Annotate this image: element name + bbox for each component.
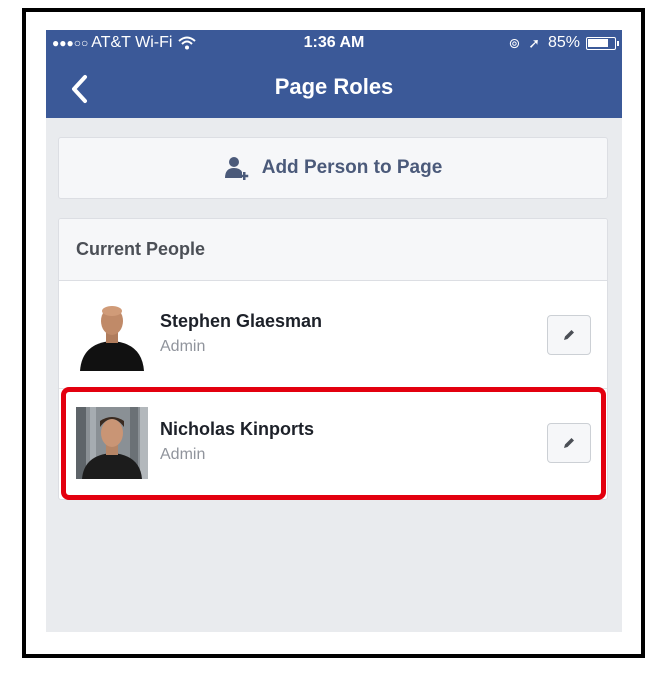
section-header: Current People: [59, 219, 607, 281]
navigation-bar: ●●●○○ AT&T Wi-Fi 1:36 AM ⊚ ➚ 85% Page Ro…: [46, 30, 622, 118]
location-arrow-icon: ➚: [528, 34, 540, 51]
person-name: Stephen Glaesman: [160, 311, 323, 331]
battery-tip: [617, 40, 619, 46]
edit-button[interactable]: [547, 423, 591, 463]
add-person-icon: [224, 157, 248, 180]
pencil-icon: [564, 329, 574, 340]
battery-percent: 85%: [547, 34, 580, 51]
page-title: Page Roles: [274, 74, 394, 99]
person-role: Admin: [160, 446, 206, 463]
avatar: [76, 407, 148, 479]
status-bar: ●●●○○ AT&T Wi-Fi 1:36 AM ⊚ ➚ 85%: [46, 30, 622, 58]
person-role: Admin: [160, 338, 206, 355]
person-name: Nicholas Kinports: [160, 419, 315, 439]
add-person-button[interactable]: Add Person to Page: [58, 137, 608, 199]
add-person-label: Add Person to Page: [261, 157, 443, 178]
battery-fill: [588, 38, 609, 47]
battery-icon: [586, 36, 619, 50]
title-row: Page Roles: [46, 66, 622, 110]
orientation-lock-icon: ⊚: [508, 34, 521, 51]
current-people-section: Current People Stephen Glaesman Admin Ni…: [58, 218, 608, 500]
person-info: Nicholas Kinports Admin: [160, 419, 314, 464]
person-info: Stephen Glaesman Admin: [160, 311, 322, 356]
status-right: ⊚ ➚ 85%: [508, 34, 619, 52]
phone-screen: ●●●○○ AT&T Wi-Fi 1:36 AM ⊚ ➚ 85% Page Ro…: [46, 30, 622, 632]
person-row[interactable]: Stephen Glaesman Admin: [59, 281, 607, 389]
section-title: Current People: [76, 239, 206, 259]
edit-button[interactable]: [547, 314, 591, 355]
person-row[interactable]: Nicholas Kinports Admin: [59, 389, 607, 497]
pencil-icon: [564, 438, 574, 448]
avatar: [76, 298, 148, 371]
